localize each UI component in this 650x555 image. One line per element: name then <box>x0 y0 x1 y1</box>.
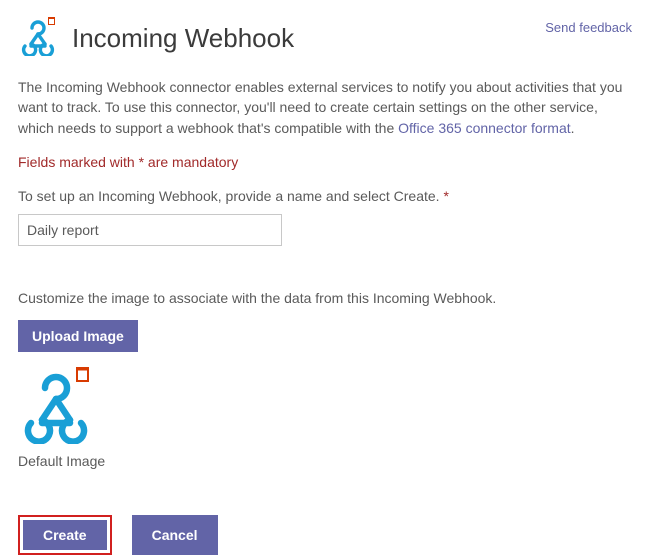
description-text: The Incoming Webhook connector enables e… <box>18 77 632 138</box>
page-title: Incoming Webhook <box>72 23 294 54</box>
setup-label: To set up an Incoming Webhook, provide a… <box>18 188 632 204</box>
setup-text: To set up an Incoming Webhook, provide a… <box>18 188 443 204</box>
header: Incoming Webhook Send feedback <box>18 16 632 61</box>
mandatory-note: Fields marked with * are mandatory <box>18 154 632 170</box>
description-part2: . <box>571 120 575 136</box>
webhook-icon <box>18 16 58 61</box>
footer-buttons: Create Cancel <box>18 515 632 555</box>
webhook-icon-large <box>18 431 96 448</box>
title-row: Incoming Webhook <box>18 16 294 61</box>
create-highlight: Create <box>18 515 112 555</box>
default-image-block: Default Image <box>18 366 632 469</box>
webhook-name-input[interactable] <box>18 214 282 246</box>
image-caption: Default Image <box>18 453 632 469</box>
cancel-button[interactable]: Cancel <box>132 515 218 555</box>
connector-format-link[interactable]: Office 365 connector format <box>398 120 571 136</box>
customize-label: Customize the image to associate with th… <box>18 290 632 306</box>
upload-image-button[interactable]: Upload Image <box>18 320 138 352</box>
required-asterisk: * <box>443 188 448 204</box>
create-button[interactable]: Create <box>23 520 107 550</box>
send-feedback-link[interactable]: Send feedback <box>545 20 632 35</box>
